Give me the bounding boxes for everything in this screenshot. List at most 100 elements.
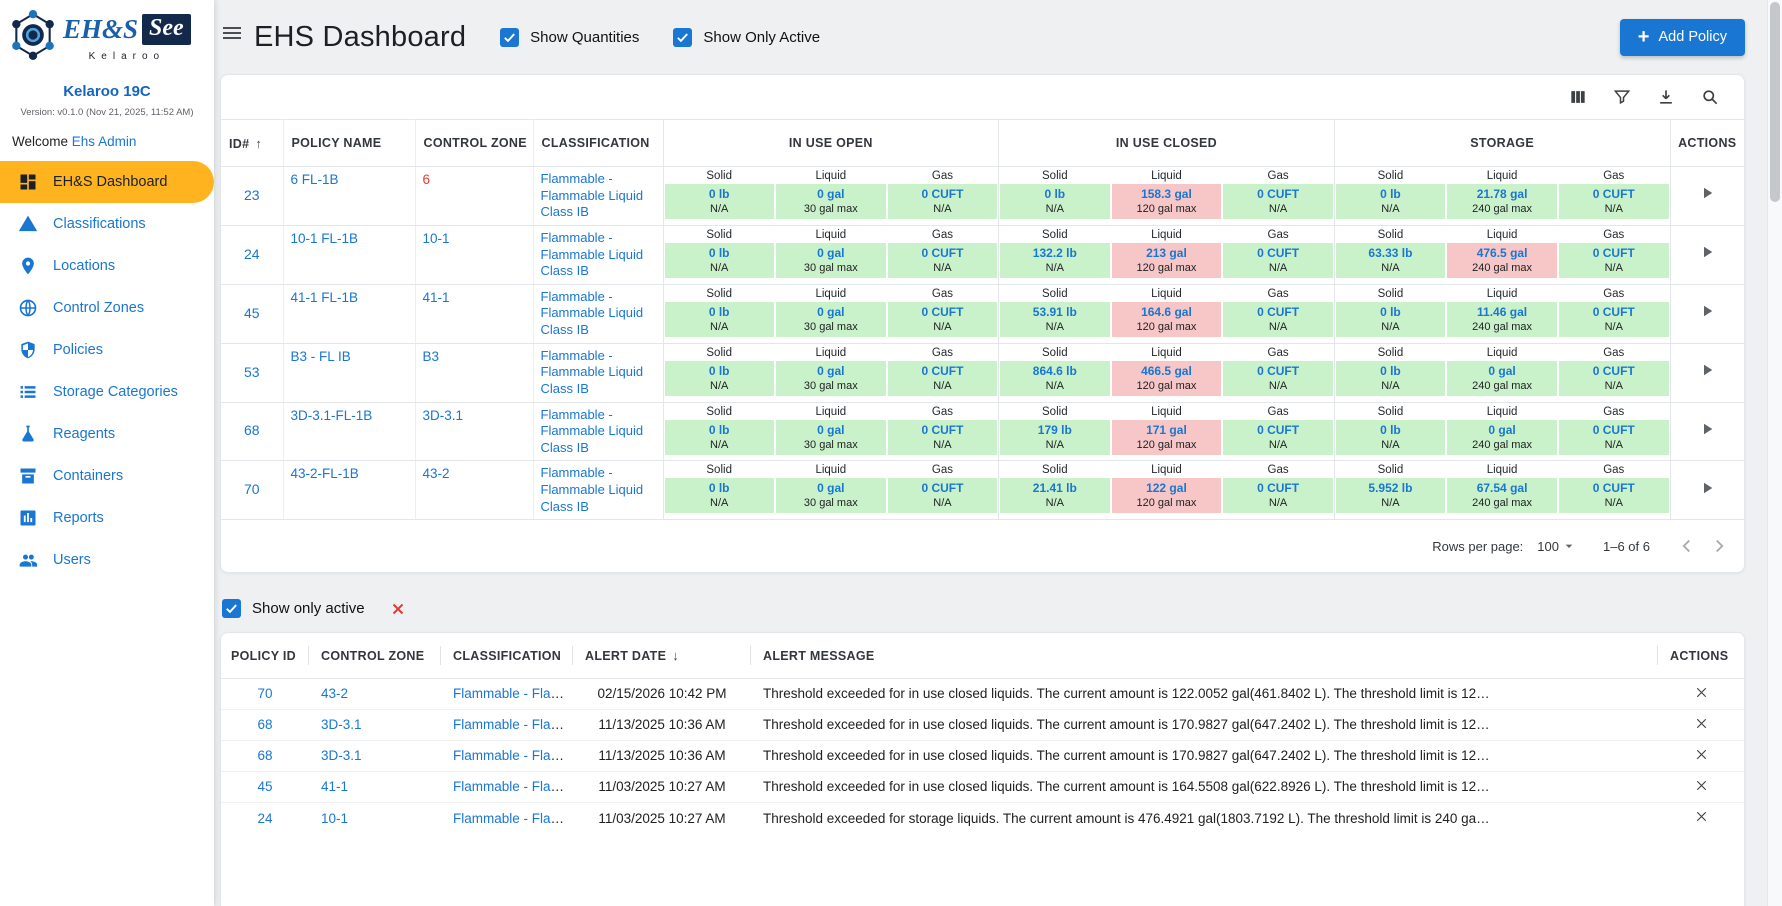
quantity-max: N/A [667,439,772,451]
previous-page-button[interactable] [1676,535,1698,557]
expand-row-icon[interactable] [1698,184,1716,202]
scrollbar-thumb[interactable] [1770,2,1780,202]
alert-control-zone-link[interactable]: 43-2 [321,686,348,701]
sidebar-item-control-zones[interactable]: Control Zones [0,287,214,329]
sort-ascending-icon: ↑ [255,136,262,151]
alert-classification-link[interactable]: Flammable - Flammab [453,686,573,701]
policy-id-link[interactable]: 68 [244,422,260,438]
policy-id-link[interactable]: 23 [244,187,260,203]
alerts-column-header-control-zone[interactable]: CONTROL ZONE [309,633,441,678]
dismiss-alert-icon[interactable] [1693,746,1710,763]
sidebar-item-reports[interactable]: Reports [0,497,214,539]
search-icon[interactable] [1700,87,1720,107]
show-only-active-checkbox[interactable]: Show Only Active [673,28,820,47]
column-header-classification[interactable]: CLASSIFICATION [533,120,663,167]
control-zone-link[interactable]: 6 [423,172,431,187]
dismiss-alert-icon[interactable] [1693,777,1710,794]
alert-policy-id-link[interactable]: 68 [257,717,272,732]
checkbox-checked-icon[interactable] [673,28,692,47]
policy-id-link[interactable]: 70 [244,481,260,497]
policy-name-link[interactable]: 10-1 FL-1B [291,231,359,246]
alert-control-zone-link[interactable]: 10-1 [321,811,348,826]
alert-policy-id-link[interactable]: 24 [257,811,272,826]
policy-name-link[interactable]: 6 FL-1B [291,172,339,187]
expand-row-icon[interactable] [1698,479,1716,497]
expand-row-icon[interactable] [1698,420,1716,438]
quantity-value: 466.5 gal [1114,364,1220,378]
policy-id-link[interactable]: 24 [244,246,260,262]
alert-control-zone-link[interactable]: 3D-3.1 [321,748,362,763]
alert-classification-link[interactable]: Flammable - Flammab [453,748,573,763]
policy-name-link[interactable]: 3D-3.1-FL-1B [291,408,373,423]
policy-name-link[interactable]: 43-2-FL-1B [291,466,359,481]
classification-link[interactable]: Flammable - Flammable Liquid Class IB [541,289,656,339]
alerts-column-header-alert-date[interactable]: ALERT DATE↓ [573,633,751,678]
alert-policy-id-cell: 68 [221,740,309,771]
sidebar-item-containers[interactable]: Containers [0,455,214,497]
checkbox-checked-icon[interactable] [222,599,241,618]
view-columns-icon[interactable] [1568,87,1588,107]
quantity-max: N/A [890,380,995,392]
next-page-button[interactable] [1708,535,1730,557]
quantity-cell: Liquid 466.5 gal 120 gal max [1111,343,1223,402]
rows-per-page-select[interactable]: 100 [1537,538,1577,554]
sidebar-item-users[interactable]: Users [0,539,214,581]
control-zone-link[interactable]: 41-1 [423,290,450,305]
add-policy-button[interactable]: + Add Policy [1620,19,1745,56]
expand-row-icon[interactable] [1698,302,1716,320]
control-zone-link[interactable]: 3D-3.1 [423,408,464,423]
checkbox-checked-icon[interactable] [500,28,519,47]
control-zone-link[interactable]: B3 [423,349,440,364]
classification-link[interactable]: Flammable - Flammable Liquid Class IB [541,348,656,398]
filter-icon[interactable] [1612,87,1632,107]
alert-classification-link[interactable]: Flammable - Flammab [453,717,573,732]
policy-name-cell: 6 FL-1B [283,167,415,226]
sidebar-item-locations[interactable]: Locations [0,245,214,287]
classification-link[interactable]: Flammable - Flammable Liquid Class IB [541,465,656,515]
menu-toggle-icon[interactable] [220,21,244,45]
alert-classification-link[interactable]: Flammable - Flammab [453,779,573,794]
vertical-scrollbar[interactable] [1767,0,1782,906]
sidebar-item-storage-categories[interactable]: Storage Categories [0,371,214,413]
column-header-control-zone[interactable]: CONTROL ZONE [415,120,533,167]
show-quantities-checkbox[interactable]: Show Quantities [500,28,639,47]
dismiss-alert-icon[interactable] [1693,808,1710,825]
sidebar-item-policies[interactable]: Policies [0,329,214,371]
classification-link[interactable]: Flammable - Flammable Liquid Class IB [541,171,656,221]
alert-control-zone-link[interactable]: 41-1 [321,779,348,794]
download-icon[interactable] [1656,87,1676,107]
alerts-show-only-active-checkbox[interactable]: Show only active [222,599,365,618]
dismiss-alert-icon[interactable] [1693,684,1710,701]
quantity-block: 0 CUFT N/A [888,184,997,219]
location-pin-icon [18,256,38,276]
alert-policy-id-link[interactable]: 70 [257,686,272,701]
alerts-column-header-alert-message[interactable]: ALERT MESSAGE [751,633,1658,678]
sidebar-item-label: EH&S Dashboard [53,174,167,190]
classification-link[interactable]: Flammable - Flammable Liquid Class IB [541,407,656,457]
quantity-value: 0 gal [1449,423,1555,437]
policy-name-link[interactable]: B3 - FL IB [291,349,351,364]
classification-cell: Flammable - Flammable Liquid Class IB [533,461,663,520]
welcome-user-link[interactable]: Ehs Admin [72,134,137,149]
dismiss-alert-icon[interactable] [1693,715,1710,732]
column-header-id[interactable]: ID#↑ [221,120,283,167]
expand-row-icon[interactable] [1698,243,1716,261]
alerts-column-header-classification[interactable]: CLASSIFICATION [441,633,573,678]
alert-control-zone-link[interactable]: 3D-3.1 [321,717,362,732]
classification-link[interactable]: Flammable - Flammable Liquid Class IB [541,230,656,280]
clear-filter-icon[interactable] [389,600,407,618]
control-zone-link[interactable]: 10-1 [423,231,450,246]
alerts-column-header-policy-id[interactable]: POLICY ID [221,633,309,678]
policy-id-link[interactable]: 45 [244,305,260,321]
control-zone-link[interactable]: 43-2 [423,466,450,481]
alert-classification-link[interactable]: Flammable - Flammab [453,811,573,826]
sidebar-item-eh-s-dashboard[interactable]: EH&S Dashboard [0,161,214,203]
alert-policy-id-link[interactable]: 45 [257,779,272,794]
sidebar-item-reagents[interactable]: Reagents [0,413,214,455]
alert-policy-id-link[interactable]: 68 [257,748,272,763]
policy-id-link[interactable]: 53 [244,364,260,380]
policy-name-link[interactable]: 41-1 FL-1B [291,290,359,305]
expand-row-icon[interactable] [1698,361,1716,379]
sidebar-item-classifications[interactable]: Classifications [0,203,214,245]
column-header-policy-name[interactable]: POLICY NAME [283,120,415,167]
